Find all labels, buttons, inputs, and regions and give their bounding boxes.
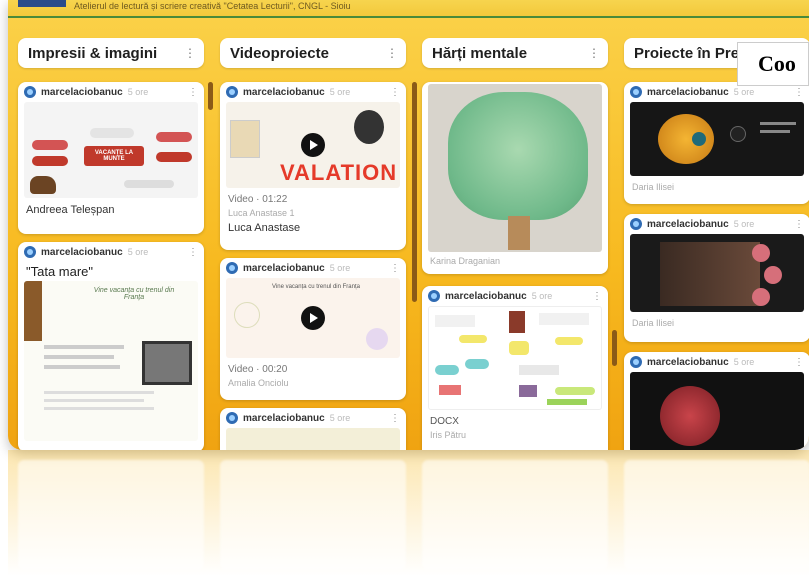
board-reflection: [8, 450, 809, 583]
column-header[interactable]: Impresii & imagini ⋮: [18, 38, 204, 68]
post-card[interactable]: marcelaciobanuc 5 ore ⋮: [624, 352, 809, 450]
bear-icon: [30, 176, 56, 194]
post-author: marcelaciobanuc: [647, 218, 729, 230]
post-card[interactable]: marcelaciobanuc 5 ore ⋮ DOCX Iris Pătru: [422, 286, 608, 450]
image-label: VALATION: [280, 160, 398, 185]
post-author: marcelaciobanuc: [647, 356, 729, 368]
kebab-menu-icon[interactable]: ⋮: [794, 87, 804, 98]
post-card[interactable]: marcelaciobanuc 5 ore ⋮ Vine vacanța cu tr…: [220, 258, 406, 400]
post-time: 5 ore: [329, 413, 351, 423]
board-subtitle: Atelierul de lectură și scriere creativă…: [74, 1, 351, 11]
video-thumbnail[interactable]: VALATION: [226, 102, 400, 188]
kebab-menu-icon[interactable]: ⋮: [794, 219, 804, 230]
avatar: [226, 86, 238, 98]
avatar: [630, 86, 642, 98]
kebab-menu-icon[interactable]: ⋮: [794, 357, 804, 368]
video-meta: Video · 01:22: [228, 194, 288, 205]
column-title: Impresii & imagini: [28, 44, 158, 62]
play-icon[interactable]: [301, 306, 325, 330]
post-image: VACANȚE LA MUNTE: [24, 102, 198, 198]
column-title: Videoproiecte: [230, 44, 329, 62]
column-videoproiecte: Videoproiecte ⋮: [220, 38, 406, 68]
post-heading: "Tata mare": [26, 264, 94, 279]
post-card[interactable]: marcelaciobanuc 5 ore ⋮ Daria Ilisei: [624, 82, 809, 204]
post-time: 5 ore: [127, 247, 149, 257]
post-author: marcelaciobanuc: [647, 86, 729, 98]
post-image: Vine vacanța cu trenul din Franța: [24, 281, 198, 441]
post-subtitle: Amalia Onciolu: [228, 378, 289, 388]
post-time: 5 ore: [531, 291, 553, 301]
play-icon[interactable]: [301, 133, 325, 157]
image-label: Vine vacanța cu trenul din Franța: [272, 284, 360, 290]
column-title: Hărți mentale: [432, 44, 528, 62]
post-card[interactable]: marcelaciobanuc 5 ore ⋮ "Tata mare" Vine v…: [18, 242, 204, 450]
portrait-photo: [354, 110, 384, 144]
avatar: [630, 356, 642, 368]
kebab-menu-icon[interactable]: ⋮: [184, 47, 196, 59]
post-author: marcelaciobanuc: [445, 290, 527, 302]
post-card[interactable]: marcelaciobanuc 5 ore ⋮ VACANȚE LA MUNTE A…: [18, 82, 204, 234]
prezi-preview[interactable]: [630, 234, 804, 312]
tree-drawing: [448, 92, 588, 220]
post-card[interactable]: Karina Draganian: [422, 82, 608, 274]
column-header[interactable]: Videoproiecte ⋮: [220, 38, 406, 68]
post-time: 5 ore: [733, 87, 755, 97]
avatar: [226, 412, 238, 424]
kebab-menu-icon[interactable]: ⋮: [390, 263, 400, 274]
post-subtitle: Daria Ilisei: [632, 318, 675, 328]
kebab-menu-icon[interactable]: ⋮: [386, 47, 398, 59]
column-title: Proiecte în Prezi: [634, 44, 751, 62]
post-author: marcelaciobanuc: [243, 412, 325, 424]
kebab-menu-icon[interactable]: ⋮: [188, 87, 198, 98]
top-bar: Atelierul de lectură și scriere creativă…: [8, 0, 809, 18]
kebab-menu-icon[interactable]: ⋮: [390, 413, 400, 424]
video-meta: Video · 00:20: [228, 364, 288, 375]
post-caption: Luca Anastase: [228, 222, 301, 234]
kebab-menu-icon[interactable]: ⋮: [390, 87, 400, 98]
post-time: 5 ore: [733, 219, 755, 229]
post-time: 5 ore: [329, 263, 351, 273]
overlay-label: Coo: [737, 42, 809, 86]
file-type: DOCX: [430, 416, 459, 427]
document-preview[interactable]: [428, 306, 602, 410]
post-card[interactable]: marcelaciobanuc 5 ore ⋮ VALATION Video · 0…: [220, 82, 406, 250]
board-logo: [18, 0, 66, 7]
post-author: marcelaciobanuc: [41, 86, 123, 98]
post-image: [428, 84, 602, 252]
prezi-preview[interactable]: [630, 372, 804, 450]
padlet-board: Atelierul de lectură și scriere creativă…: [8, 0, 809, 450]
post-subtitle: Iris Pătru: [430, 430, 467, 440]
prezi-preview[interactable]: [630, 102, 804, 176]
kebab-menu-icon[interactable]: ⋮: [188, 247, 198, 258]
video-thumbnail[interactable]: Vine vacanța cu trenul din Franța: [226, 278, 400, 358]
avatar: [630, 218, 642, 230]
avatar: [428, 290, 440, 302]
post-author: marcelaciobanuc: [243, 86, 325, 98]
column-impresii: Impresii & imagini ⋮: [18, 38, 204, 68]
kebab-menu-icon[interactable]: ⋮: [592, 291, 602, 302]
portrait-photo: [142, 341, 192, 385]
avatar: [226, 262, 238, 274]
screenshot-frame: Atelierul de lectură și scriere creativă…: [0, 0, 809, 583]
column-header[interactable]: Hărți mentale ⋮: [422, 38, 608, 68]
post-time: 5 ore: [127, 87, 149, 97]
avatar: [24, 246, 36, 258]
image-label: Vine vacanța cu trenul din Franța: [93, 287, 175, 301]
post-subtitle: Karina Draganian: [430, 256, 501, 266]
post-subtitle: Daria Ilisei: [632, 182, 675, 192]
avatar: [24, 86, 36, 98]
post-time: 5 ore: [329, 87, 351, 97]
post-caption: Andreea Teleșpan: [26, 204, 115, 216]
post-author: marcelaciobanuc: [243, 262, 325, 274]
post-time: 5 ore: [733, 357, 755, 367]
image-label: VACANȚE LA MUNTE: [84, 146, 144, 166]
post-card[interactable]: marcelaciobanuc 5 ore ⋮: [220, 408, 406, 450]
column-harti: Hărți mentale ⋮: [422, 38, 608, 68]
post-card[interactable]: marcelaciobanuc 5 ore ⋮ Daria Ilisei: [624, 214, 809, 342]
post-author: marcelaciobanuc: [41, 246, 123, 258]
post-subtitle: Luca Anastase 1: [228, 208, 295, 218]
kebab-menu-icon[interactable]: ⋮: [588, 47, 600, 59]
